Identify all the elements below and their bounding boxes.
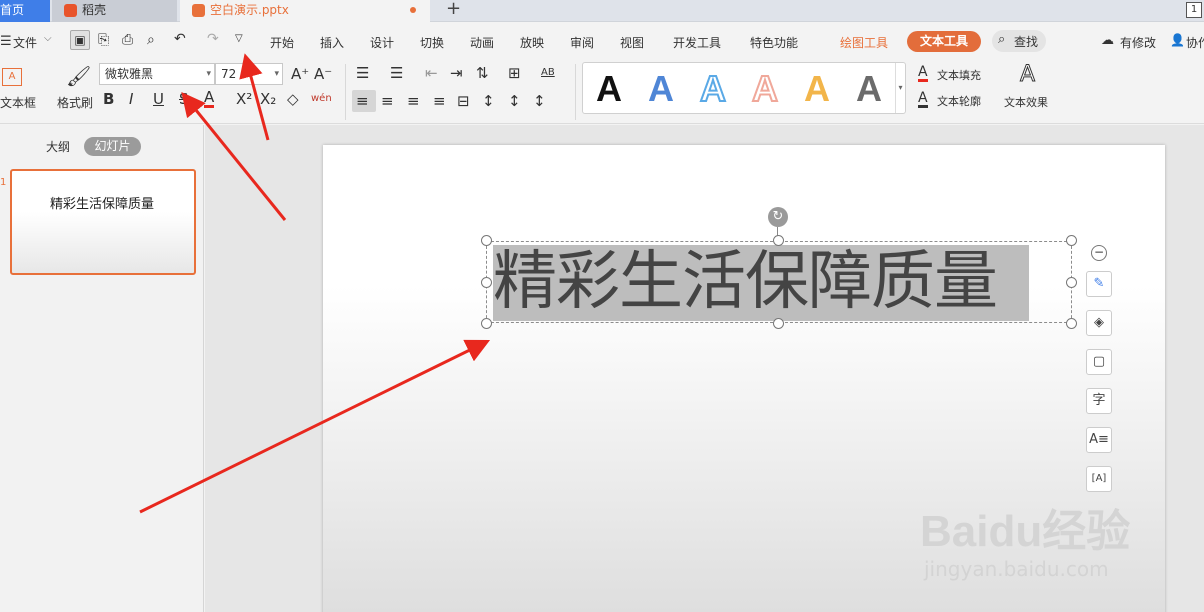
- watermark-url: jingyan.baidu.com: [924, 557, 1109, 581]
- arrow-to-font-size: [239, 53, 270, 141]
- baidu-watermark: Baidu经验 jingyan.baidu.com: [920, 485, 1160, 585]
- arrow-to-strikethrough: [181, 92, 287, 221]
- arrow-to-textbox: [139, 339, 491, 514]
- wps-presentation-window: 首页 稻壳 空白演示.pptx + 1 ☰ 文件 ⌵ ▣ ⎘ ⎙ ⌕ ↶ ↷ ▽…: [0, 0, 1204, 612]
- watermark-brand: Baidu经验: [920, 507, 1131, 556]
